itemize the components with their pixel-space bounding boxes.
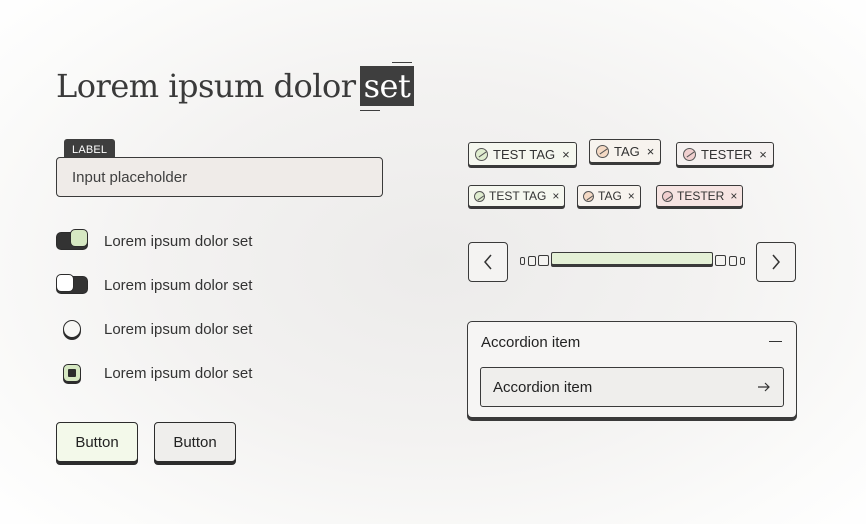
page-title: Lorem ipsum dolor set <box>56 62 415 111</box>
tag-icon <box>475 147 488 161</box>
secondary-button[interactable]: Button <box>154 422 236 462</box>
close-icon[interactable]: × <box>562 147 570 162</box>
tag-icon <box>662 190 673 202</box>
tag-icon <box>583 190 594 202</box>
toggle-knob <box>56 274 74 292</box>
close-icon[interactable]: × <box>628 189 635 203</box>
toggle-knob <box>70 229 88 247</box>
radio-button[interactable] <box>63 320 81 338</box>
tag-test-tag[interactable]: TEST TAG × <box>468 142 577 166</box>
chevron-left-icon <box>484 254 492 270</box>
tag-tag[interactable]: TAG × <box>589 139 662 163</box>
tag-label: TESTER <box>701 146 753 162</box>
tag-tag-small[interactable]: TAG × <box>577 185 641 207</box>
close-icon[interactable]: × <box>647 144 655 159</box>
minus-icon[interactable] <box>769 341 782 342</box>
tag-icon <box>596 144 609 158</box>
tag-label: TEST TAG <box>489 189 547 203</box>
chevron-right-icon <box>772 254 780 270</box>
next-button[interactable] <box>756 242 796 282</box>
radio-row[interactable]: Lorem ipsum dolor set <box>56 317 252 341</box>
close-icon[interactable]: × <box>759 147 767 162</box>
tag-icon <box>683 147 696 161</box>
previous-button[interactable] <box>468 242 508 282</box>
accordion-item[interactable]: Accordion item <box>480 367 784 407</box>
pager-segment[interactable] <box>740 257 745 265</box>
tag-tester-small[interactable]: TESTER × <box>656 185 744 207</box>
toggle-switch-off[interactable] <box>56 274 88 294</box>
page-title-highlight: set <box>359 62 415 111</box>
tag-tester[interactable]: TESTER × <box>676 142 774 166</box>
pager-segment[interactable] <box>538 255 549 266</box>
tag-icon <box>474 190 485 202</box>
arrow-right-icon <box>758 382 770 392</box>
toggle-switch-on[interactable] <box>56 229 88 250</box>
tag-label: TAG <box>598 189 622 203</box>
pager-segment[interactable] <box>715 255 726 266</box>
close-icon[interactable]: × <box>552 189 559 203</box>
tag-test-tag-small[interactable]: TEST TAG × <box>468 185 566 207</box>
pager-segment-active[interactable] <box>551 252 713 265</box>
pager-segment[interactable] <box>520 257 525 265</box>
accordion: Accordion item Accordion item <box>467 321 797 418</box>
accordion-item-label: Accordion item <box>493 378 593 396</box>
option-label: Lorem ipsum dolor set <box>104 364 253 382</box>
pager-segment[interactable] <box>729 256 737 266</box>
option-label: Lorem ipsum dolor set <box>104 232 253 250</box>
accordion-header[interactable]: Accordion item <box>481 334 580 351</box>
text-input[interactable] <box>56 157 383 197</box>
close-icon[interactable]: × <box>730 189 737 203</box>
checkbox[interactable] <box>63 364 81 382</box>
pager-segment[interactable] <box>528 256 536 266</box>
primary-button[interactable]: Button <box>56 422 138 462</box>
toggle-row-off[interactable]: Lorem ipsum dolor set <box>56 273 252 297</box>
option-label: Lorem ipsum dolor set <box>104 276 253 294</box>
pager-track <box>520 252 745 268</box>
tag-label: TAG <box>614 143 640 159</box>
page-title-text: Lorem ipsum dolor <box>56 67 356 105</box>
tag-label: TEST TAG <box>493 146 556 162</box>
checkbox-row[interactable]: Lorem ipsum dolor set <box>56 361 252 385</box>
option-label: Lorem ipsum dolor set <box>104 320 253 338</box>
tag-label: TESTER <box>677 189 725 203</box>
toggle-row-on[interactable]: Lorem ipsum dolor set <box>56 229 252 253</box>
